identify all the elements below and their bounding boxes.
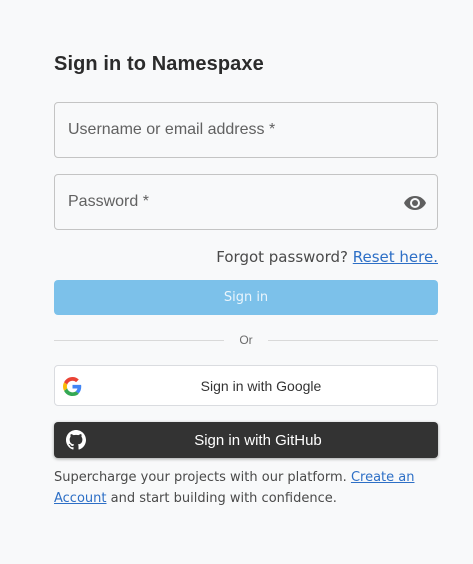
- forgot-password-text: Forgot password?: [216, 248, 348, 266]
- page-title: Sign in to Namespaxe: [54, 53, 264, 75]
- footer-text-after: and start building with confidence.: [106, 491, 337, 506]
- or-divider: Or: [54, 332, 438, 348]
- divider-line-left: [54, 339, 225, 341]
- signin-page: Sign in to Namespaxe Username or email a…: [0, 0, 473, 564]
- eye-icon[interactable]: [403, 192, 427, 214]
- username-field[interactable]: Username or email address *: [54, 102, 438, 158]
- google-signin-label: Sign in with Google: [200, 378, 322, 394]
- divider-line-right: [267, 339, 438, 341]
- footer-text: Supercharge your projects with our platf…: [54, 467, 438, 509]
- reset-password-link[interactable]: Reset here.: [353, 248, 438, 266]
- github-signin-button[interactable]: Sign in with GitHub: [54, 422, 438, 458]
- password-input[interactable]: [55, 175, 437, 229]
- google-signin-button[interactable]: Sign in with Google: [54, 365, 438, 406]
- signin-button[interactable]: Sign in: [54, 280, 438, 315]
- github-signin-label: Sign in with GitHub: [194, 432, 322, 449]
- password-field[interactable]: Password *: [54, 174, 438, 230]
- forgot-password-row: Forgot password? Reset here.: [216, 248, 438, 266]
- username-input[interactable]: [55, 103, 437, 157]
- footer-text-before: Supercharge your projects with our platf…: [54, 470, 351, 485]
- divider-text: Or: [239, 333, 253, 347]
